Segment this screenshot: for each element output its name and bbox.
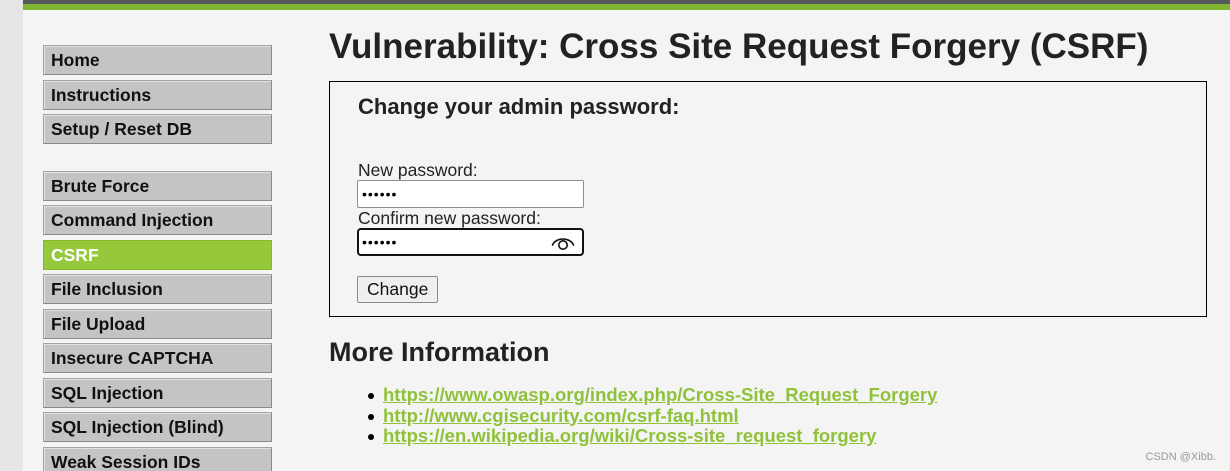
owasp-csrf-link[interactable]: https://www.owasp.org/index.php/Cross-Si… xyxy=(383,384,937,405)
sidebar-item-sql-injection[interactable]: SQL Injection xyxy=(43,377,272,408)
sidebar-item-sql-injection-blind[interactable]: SQL Injection (Blind) xyxy=(43,412,272,442)
sidebar-item-home[interactable]: Home xyxy=(43,45,272,75)
list-item: https://www.owasp.org/index.php/Cross-Si… xyxy=(329,384,937,406)
list-item: https://en.wikipedia.org/wiki/Cross-site… xyxy=(329,425,937,447)
new-password-label: New password: xyxy=(358,160,478,180)
confirm-password-value: •••••• xyxy=(362,234,398,250)
watermark: CSDN @Xibb. xyxy=(1145,451,1216,463)
eye-icon[interactable] xyxy=(551,233,575,251)
wikipedia-csrf-link[interactable]: https://en.wikipedia.org/wiki/Cross-site… xyxy=(383,425,876,446)
more-info-links: https://www.owasp.org/index.php/Cross-Si… xyxy=(329,384,937,447)
menu-group-spacer xyxy=(43,149,272,171)
list-item: http://www.cgisecurity.com/csrf-faq.html xyxy=(329,405,937,427)
sidebar-item-insecure-captcha[interactable]: Insecure CAPTCHA xyxy=(43,343,272,373)
form-heading: Change your admin password: xyxy=(358,94,680,119)
change-button[interactable]: Change xyxy=(357,276,439,303)
new-password-value: •••••• xyxy=(362,186,398,202)
sidebar-item-setup[interactable]: Setup / Reset DB xyxy=(43,114,272,144)
sidebar-item-file-inclusion[interactable]: File Inclusion xyxy=(43,274,272,304)
sidebar-menu: Home Instructions Setup / Reset DB Brute… xyxy=(43,45,272,471)
menu-group-vulnerabilities: Brute Force Command Injection CSRF File … xyxy=(43,170,272,471)
sidebar-item-instructions[interactable]: Instructions xyxy=(43,79,272,110)
change-password-form: Change your admin password: New password… xyxy=(329,81,1207,317)
sidebar-item-command-injection[interactable]: Command Injection xyxy=(43,205,272,235)
new-password-field[interactable]: •••••• xyxy=(357,180,584,208)
menu-group-general: Home Instructions Setup / Reset DB xyxy=(43,45,272,144)
sidebar-item-csrf[interactable]: CSRF xyxy=(43,239,272,270)
sidebar-item-file-upload[interactable]: File Upload xyxy=(43,308,272,339)
confirm-password-field[interactable]: •••••• xyxy=(357,228,584,256)
confirm-password-label: Confirm new password: xyxy=(358,208,541,228)
header-accent-bar xyxy=(23,4,1230,10)
cgisecurity-csrf-faq-link[interactable]: http://www.cgisecurity.com/csrf-faq.html xyxy=(383,405,739,426)
page: Home Instructions Setup / Reset DB Brute… xyxy=(23,0,1230,471)
sidebar-item-brute-force[interactable]: Brute Force xyxy=(43,170,272,201)
page-title: Vulnerability: Cross Site Request Forger… xyxy=(329,27,1149,66)
more-info-heading: More Information xyxy=(329,337,550,367)
sidebar-item-weak-session-ids[interactable]: Weak Session IDs xyxy=(43,446,272,471)
